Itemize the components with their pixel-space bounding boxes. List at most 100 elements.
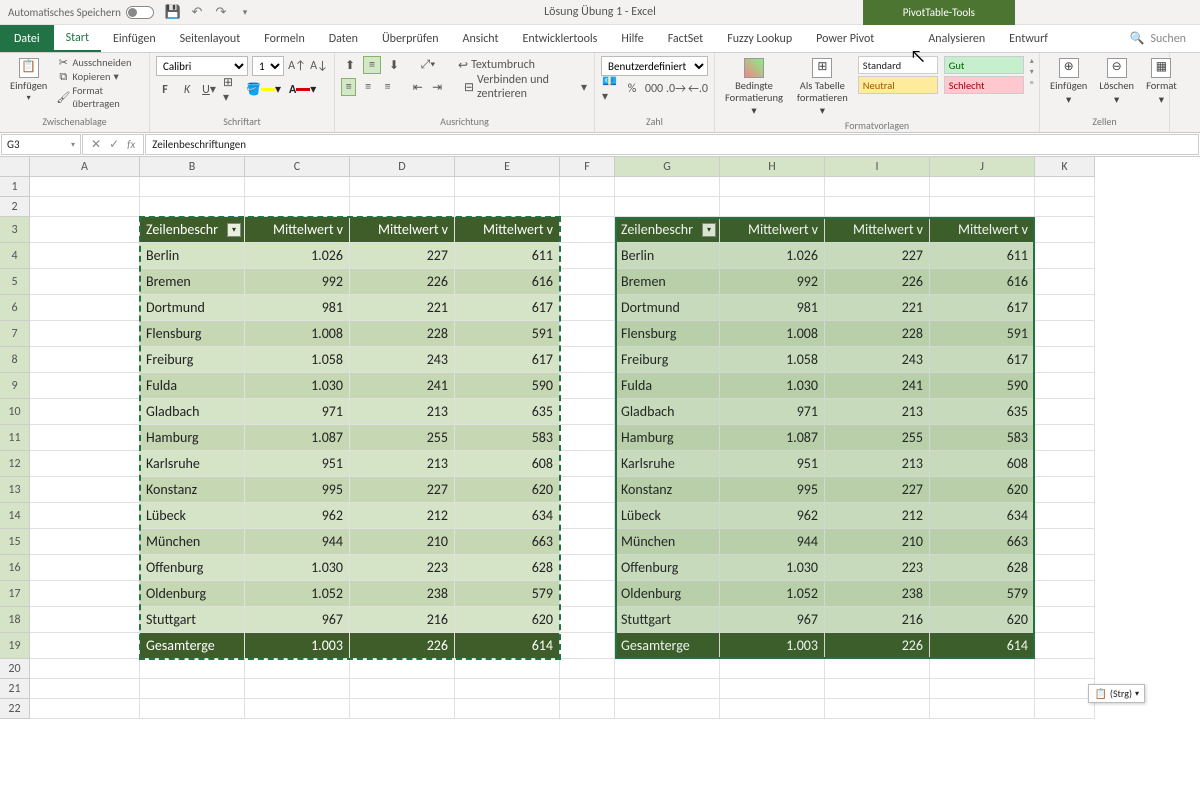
row-header[interactable]: 4 — [0, 243, 30, 269]
cell[interactable] — [1035, 477, 1095, 503]
font-size-select[interactable]: 11 — [252, 56, 284, 76]
cell[interactable] — [30, 399, 140, 425]
cell[interactable]: 223 — [350, 555, 455, 581]
cell[interactable] — [30, 679, 140, 699]
cell[interactable] — [825, 679, 930, 699]
cell[interactable]: 1.087 — [245, 425, 350, 451]
cell[interactable]: 663 — [455, 529, 560, 555]
undo-icon[interactable]: ↶ — [190, 5, 204, 19]
cell[interactable]: 617 — [930, 347, 1035, 373]
cell[interactable] — [30, 321, 140, 347]
delete-cells-button[interactable]: ⊖Löschen▾ — [1095, 56, 1138, 107]
cell[interactable] — [30, 633, 140, 659]
decrease-font-button[interactable]: A↓ — [310, 57, 328, 75]
align-top-button[interactable]: ⬆ — [341, 56, 359, 74]
cell[interactable] — [1035, 503, 1095, 529]
cell[interactable] — [560, 197, 615, 217]
cell[interactable]: 971 — [720, 399, 825, 425]
cell[interactable]: 628 — [455, 555, 560, 581]
number-format-select[interactable]: Benutzerdefiniert — [601, 56, 708, 76]
increase-indent-button[interactable]: ⇥ — [429, 78, 444, 96]
save-icon[interactable]: 💾 — [166, 5, 180, 19]
cell[interactable]: Fulda — [615, 373, 720, 399]
cell[interactable]: 579 — [455, 581, 560, 607]
cell[interactable] — [825, 699, 930, 719]
column-header[interactable]: K — [1035, 157, 1095, 177]
cell[interactable]: 951 — [245, 451, 350, 477]
cell[interactable] — [560, 425, 615, 451]
cell[interactable] — [720, 679, 825, 699]
cell[interactable]: 616 — [455, 269, 560, 295]
cell[interactable]: 1.003 — [245, 633, 350, 659]
cell[interactable]: 212 — [825, 503, 930, 529]
cell[interactable] — [350, 197, 455, 217]
cell[interactable]: 228 — [825, 321, 930, 347]
cell[interactable] — [1035, 659, 1095, 679]
tab-help[interactable]: Hilfe — [609, 25, 655, 52]
cell[interactable] — [720, 659, 825, 679]
cell[interactable] — [30, 197, 140, 217]
cell[interactable] — [1035, 399, 1095, 425]
column-header[interactable]: D — [350, 157, 455, 177]
formula-input[interactable]: Zeilenbeschriftungen — [145, 134, 1199, 155]
cell[interactable] — [30, 699, 140, 719]
cell[interactable]: Mittelwert v — [930, 217, 1035, 243]
cell[interactable]: 617 — [930, 295, 1035, 321]
cell[interactable]: Dortmund — [140, 295, 245, 321]
cell[interactable]: 583 — [455, 425, 560, 451]
fx-icon[interactable]: fx — [127, 138, 135, 151]
tab-powerpivot[interactable]: Power Pivot — [804, 25, 886, 52]
cell[interactable]: Mittelwert v — [455, 217, 560, 243]
cell[interactable] — [140, 659, 245, 679]
cell[interactable] — [30, 295, 140, 321]
cell[interactable]: 238 — [350, 581, 455, 607]
cell[interactable]: Konstanz — [140, 477, 245, 503]
paste-options-button[interactable]: 📋 (Strg) ▾ — [1088, 684, 1145, 703]
row-header[interactable]: 16 — [0, 555, 30, 581]
cell[interactable]: Hamburg — [140, 425, 245, 451]
cell[interactable] — [1035, 633, 1095, 659]
style-bad[interactable]: Schlecht — [944, 76, 1024, 94]
cell[interactable]: 1.030 — [720, 373, 825, 399]
cell[interactable] — [1035, 269, 1095, 295]
cell[interactable]: München — [140, 529, 245, 555]
row-header[interactable]: 11 — [0, 425, 30, 451]
percent-button[interactable]: % — [623, 80, 641, 98]
cell[interactable] — [30, 607, 140, 633]
cell[interactable] — [825, 197, 930, 217]
row-header[interactable]: 18 — [0, 607, 30, 633]
cell[interactable]: 210 — [350, 529, 455, 555]
cell[interactable]: Flensburg — [615, 321, 720, 347]
cell[interactable]: 227 — [825, 477, 930, 503]
decrease-indent-button[interactable]: ⇤ — [410, 78, 425, 96]
cell[interactable]: 212 — [350, 503, 455, 529]
cell[interactable] — [455, 177, 560, 197]
cell[interactable]: Mittelwert v — [825, 217, 930, 243]
row-header[interactable]: 14 — [0, 503, 30, 529]
cell[interactable] — [30, 555, 140, 581]
cell[interactable] — [350, 699, 455, 719]
cell[interactable] — [1035, 197, 1095, 217]
cell[interactable]: 1.058 — [720, 347, 825, 373]
cell[interactable] — [560, 321, 615, 347]
cell[interactable] — [720, 177, 825, 197]
accept-formula-icon[interactable]: ✓ — [109, 137, 119, 152]
cell[interactable] — [560, 633, 615, 659]
cell[interactable] — [30, 503, 140, 529]
cell[interactable] — [825, 659, 930, 679]
cell[interactable] — [350, 177, 455, 197]
cell[interactable] — [1035, 529, 1095, 555]
cell[interactable]: 590 — [930, 373, 1035, 399]
cell[interactable]: 620 — [455, 607, 560, 633]
cell[interactable] — [350, 679, 455, 699]
cell[interactable] — [30, 451, 140, 477]
cell[interactable]: 216 — [350, 607, 455, 633]
font-name-select[interactable]: Calibri — [156, 56, 248, 76]
cell[interactable] — [350, 659, 455, 679]
cell[interactable]: 227 — [350, 243, 455, 269]
tab-insert[interactable]: Einfügen — [101, 25, 168, 52]
cell[interactable]: 227 — [350, 477, 455, 503]
wrap-text-button[interactable]: ↩Textumbruch — [457, 56, 536, 74]
cell[interactable] — [560, 659, 615, 679]
cell[interactable]: 620 — [455, 477, 560, 503]
